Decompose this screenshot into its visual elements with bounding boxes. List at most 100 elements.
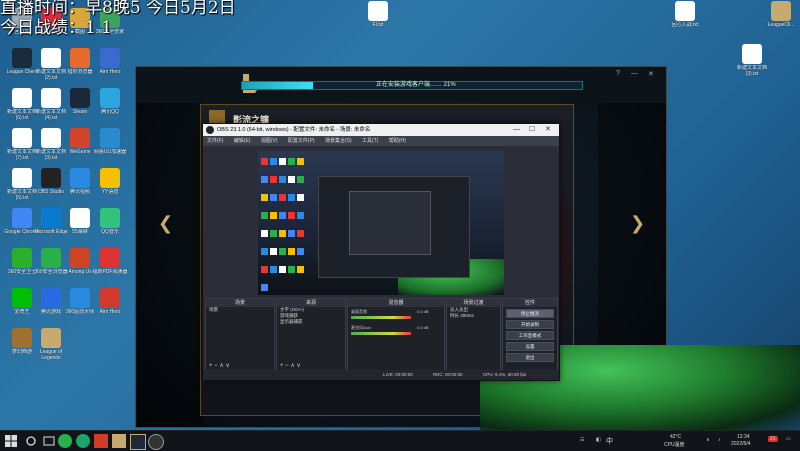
preview-icon (279, 158, 286, 165)
app-icon (771, 1, 791, 21)
desktop-icon-label: LeagueCli... (767, 22, 795, 28)
volume-meter[interactable] (351, 316, 411, 319)
obs-close-button[interactable]: ✕ (545, 124, 551, 136)
preview-icon (270, 248, 277, 255)
carousel-prev-arrow[interactable]: ❮ (158, 213, 173, 234)
start-recording-button[interactable]: 开始录制 (506, 320, 554, 329)
mixer-channel-name: 麦克风/Aux (351, 325, 372, 330)
cpu-temp-label: CPU温度 (664, 442, 685, 448)
carousel-next-arrow[interactable]: ❯ (630, 213, 645, 234)
obs-docks: 场景 场景 + − ∧ ∨ 来源 文字 (GDI+) 游戏捕获 显示器捕获 + … (203, 298, 559, 380)
install-status-text: 正在安装游戏客户端…… 21% (376, 82, 456, 88)
tray-chevron-icon[interactable]: ∧ (706, 437, 710, 443)
mixer-channel-desktop[interactable]: 桌面音频 0.0 dB (351, 309, 441, 323)
menu-view[interactable]: 视图(V) (261, 138, 278, 144)
menu-tools[interactable]: 工具(T) (362, 138, 378, 144)
tray-network-icon[interactable]: ☷ (580, 437, 584, 443)
menu-scene-collection[interactable]: 场景集合(S) (325, 138, 352, 144)
scenes-dock-toolbar[interactable]: + − ∧ ∨ (209, 362, 230, 369)
menu-file[interactable]: 文件(F) (207, 138, 223, 144)
scene-item[interactable]: 场景 (206, 307, 274, 313)
stream-overlay: 直播时间：早8晚5 今日5月2日 今日战绩：1 1 (0, 0, 236, 38)
preview-icon (270, 194, 277, 201)
preview-icon (288, 212, 295, 219)
clock-time[interactable]: 12:34 (737, 434, 750, 440)
obs-taskbar-icon[interactable] (148, 434, 164, 450)
lol-close-button[interactable]: ✕ (648, 70, 654, 78)
media-player-icon[interactable] (76, 434, 90, 448)
notification-badge[interactable]: 21 (768, 436, 778, 442)
scenes-dock: 场景 场景 + − ∧ ∨ (205, 298, 275, 372)
preview-icon (261, 194, 268, 201)
exit-button[interactable]: 退出 (506, 353, 554, 362)
lol-minimize-button[interactable]: — (631, 70, 638, 77)
sources-dock-title: 来源 (277, 299, 345, 307)
tray-app-icon[interactable]: ◧ (596, 437, 601, 443)
preview-icon (297, 248, 304, 255)
preview-icon (288, 194, 295, 201)
menu-profile[interactable]: 配置文件(P) (288, 138, 315, 144)
desktop-icon[interactable]: FI.txt (360, 1, 396, 28)
volume-meter[interactable] (351, 332, 411, 335)
desktop-icon[interactable]: Aim Hero (92, 288, 128, 315)
source-item-display[interactable]: 显示器捕获 (277, 319, 345, 325)
task-view-icon[interactable] (42, 434, 56, 448)
obs-maximize-button[interactable]: ☐ (529, 124, 535, 136)
league-client-titlebar: 正在安装游戏客户端…… 21% ? — ✕ (136, 67, 666, 103)
clock-date[interactable]: 2022/5/4 (731, 441, 750, 447)
obs-statusbar: LIVE: 00:00:00 REC: 00:00:00 CPU: 9.1%, … (203, 370, 559, 380)
sources-dock-toolbar[interactable]: + − ∧ ∨ (280, 362, 301, 369)
menu-edit[interactable]: 编辑(E) (234, 138, 251, 144)
volume-icon[interactable]: ♪ (718, 437, 721, 443)
desktop-icon[interactable]: 福昕PDF阅读器 (92, 248, 128, 275)
360-browser-icon[interactable] (58, 434, 72, 448)
app-icon (70, 208, 90, 228)
desktop-icon-label: Aim Hero (99, 69, 121, 75)
app-icon (100, 88, 120, 108)
desktop-icon[interactable]: 回心入战.txt (667, 1, 703, 28)
app-icon (41, 48, 61, 68)
obs-logo-icon (206, 126, 214, 134)
desktop-icon[interactable]: 新建文本文档 (3).txt (734, 44, 770, 77)
app-icon (12, 208, 32, 228)
windows-start-icon[interactable] (4, 434, 18, 448)
league-taskbar-icon[interactable] (112, 434, 126, 448)
settings-button[interactable]: 设置 (506, 342, 554, 351)
mixer-channel-mic[interactable]: 麦克风/Aux 0.0 dB (351, 325, 441, 339)
obs-minimize-button[interactable]: — (513, 124, 520, 136)
desktop-icon-label: 回心入战.txt (671, 22, 699, 28)
desktop-icon[interactable]: 腾讯QQ (92, 88, 128, 115)
studio-mode-button[interactable]: 工作室模式 (506, 331, 554, 340)
action-center-icon[interactable]: ▭ (786, 436, 791, 442)
preview-icon (261, 230, 268, 237)
app-icon (368, 1, 388, 21)
obs-window[interactable]: OBS 23.1.0 (64-bit, windows) - 配置文件: 未命名… (202, 123, 560, 381)
app-icon (41, 168, 61, 188)
preview-icon (261, 158, 268, 165)
search-icon[interactable] (24, 434, 38, 448)
menu-help[interactable]: 帮助(H) (389, 138, 406, 144)
ime-indicator[interactable]: 中 (606, 436, 613, 446)
desktop-icon[interactable]: LeagueCli... (763, 1, 799, 28)
stop-streaming-button[interactable]: 停止推流 (506, 309, 554, 318)
desktop-icon[interactable]: QQ音乐 (92, 208, 128, 235)
lol-help-button[interactable]: ? (616, 70, 620, 77)
app-icon (41, 128, 61, 148)
desktop-icon[interactable]: League of Legends (33, 328, 69, 361)
desktop-icon-label: League of Legends (39, 349, 63, 361)
app-icon (41, 208, 61, 228)
preview-icon (279, 248, 286, 255)
sources-dock: 来源 文字 (GDI+) 游戏捕获 显示器捕获 + − ∧ ∨ (276, 298, 346, 372)
mixer-channel-value: 0.0 dB (417, 309, 429, 314)
obs-preview[interactable] (258, 151, 504, 295)
mixer-channel-name: 桌面音频 (351, 309, 367, 314)
obs-menubar: 文件(F) 编辑(E) 视图(V) 配置文件(P) 场景集合(S) 工具(T) … (203, 136, 559, 146)
desktop-icon[interactable]: 网易UU加速器 (92, 128, 128, 155)
league-client-taskbar-icon[interactable] (130, 434, 146, 450)
desktop-icon[interactable]: Aim Hero (92, 48, 128, 75)
desktop-icon[interactable]: YY语音 (92, 168, 128, 195)
transition-duration-row: 时长 300ms (447, 313, 500, 319)
duration-input[interactable]: 300ms (460, 313, 474, 318)
app-icon (12, 48, 32, 68)
video-app-icon[interactable] (94, 434, 108, 448)
